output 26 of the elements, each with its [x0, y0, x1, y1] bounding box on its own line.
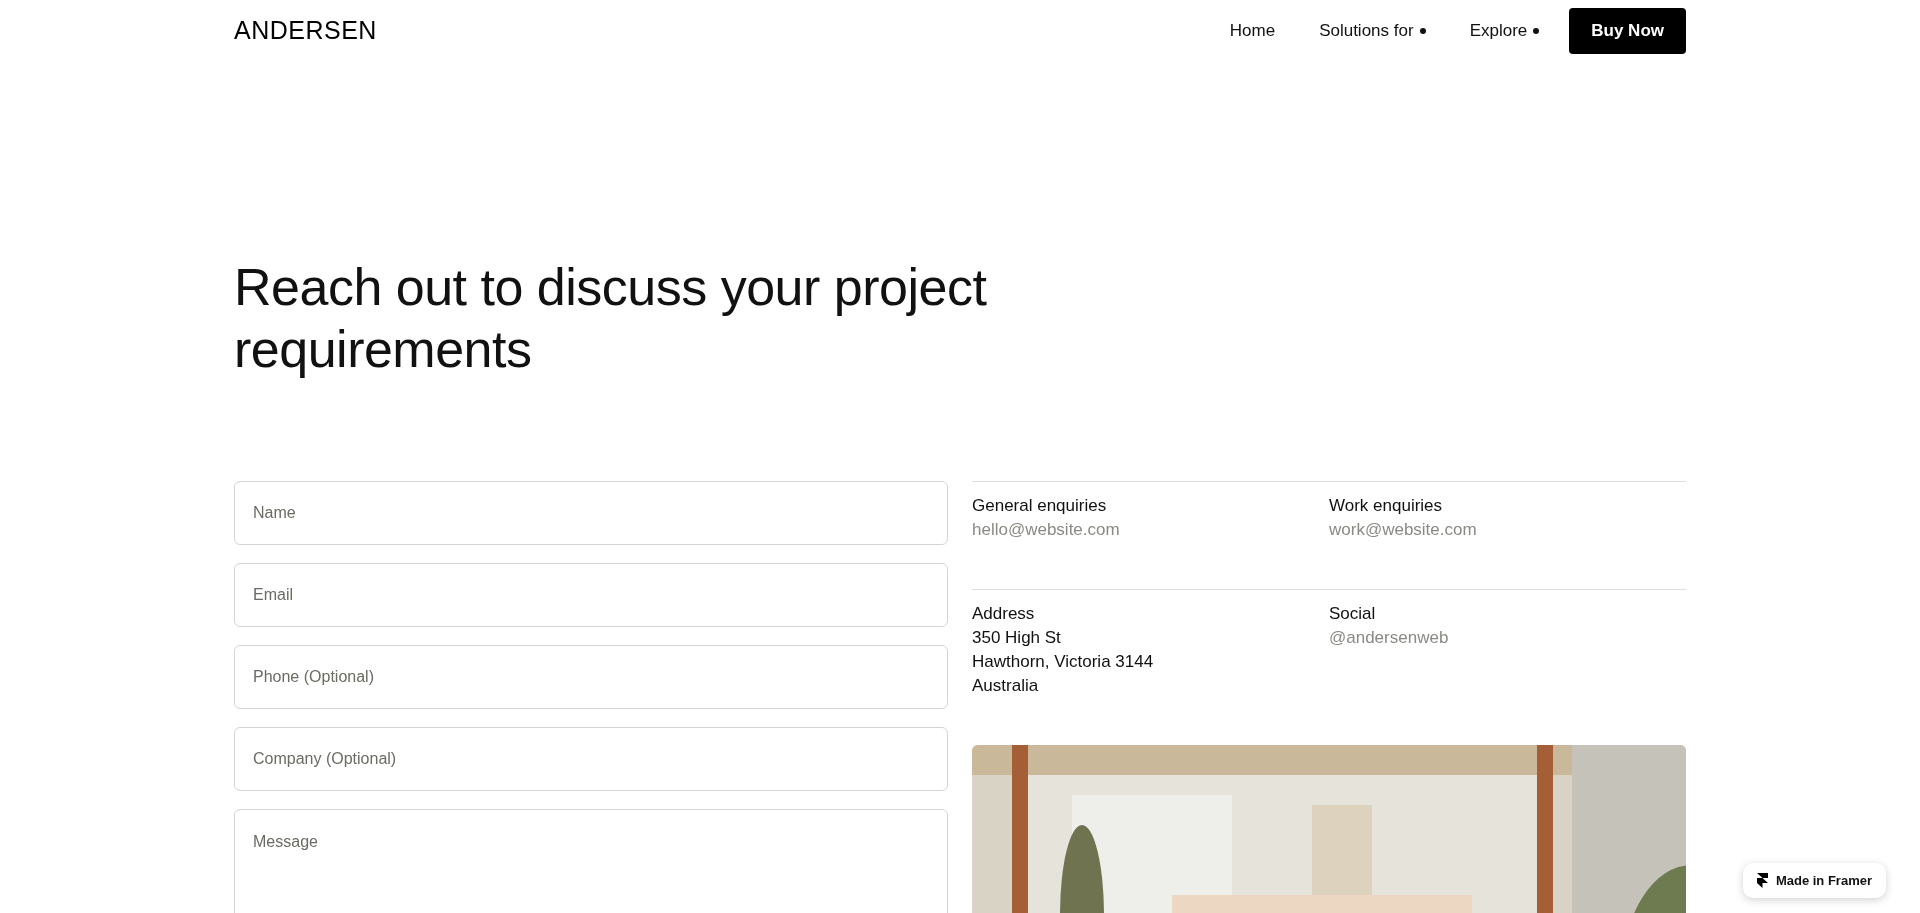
- framer-icon: [1756, 872, 1768, 888]
- address-line: 350 High St: [972, 627, 1061, 649]
- dot-icon: [1419, 28, 1426, 34]
- contact-label: Social: [1329, 603, 1376, 625]
- contact-link[interactable]: @andersenweb: [1329, 626, 1449, 650]
- contact-link[interactable]: hello@website.com: [972, 518, 1120, 542]
- page-heading: Reach out to discuss your project requirements: [234, 257, 988, 380]
- input-field[interactable]: Company (Optional): [234, 727, 948, 791]
- contact-label: Address: [972, 603, 1035, 625]
- contact-label: Work enquiries: [1329, 495, 1443, 517]
- address-line: Australia: [972, 675, 1039, 697]
- dot-icon: [1533, 28, 1540, 34]
- input-field[interactable]: Email: [234, 563, 948, 627]
- input-field[interactable]: Name: [234, 481, 948, 545]
- contact-link[interactable]: work@website.com: [1329, 518, 1477, 542]
- nav-link[interactable]: Solutions for: [1297, 18, 1448, 44]
- buy-now-button[interactable]: Buy Now: [1569, 8, 1686, 54]
- nav-link[interactable]: Explore: [1447, 18, 1562, 44]
- brand-logo[interactable]: ANDERSEN: [234, 12, 377, 50]
- input-field[interactable]: Phone (Optional): [234, 645, 948, 709]
- address-line: Hawthorn, Victoria 3144: [972, 651, 1154, 673]
- badge-label: Made in Framer: [1775, 871, 1872, 890]
- made-in-framer-badge[interactable]: Made in Framer: [1742, 862, 1886, 898]
- message-field[interactable]: Message: [234, 809, 948, 913]
- nav-link[interactable]: Home: [1207, 18, 1298, 44]
- contact-label: General enquiries: [972, 495, 1107, 517]
